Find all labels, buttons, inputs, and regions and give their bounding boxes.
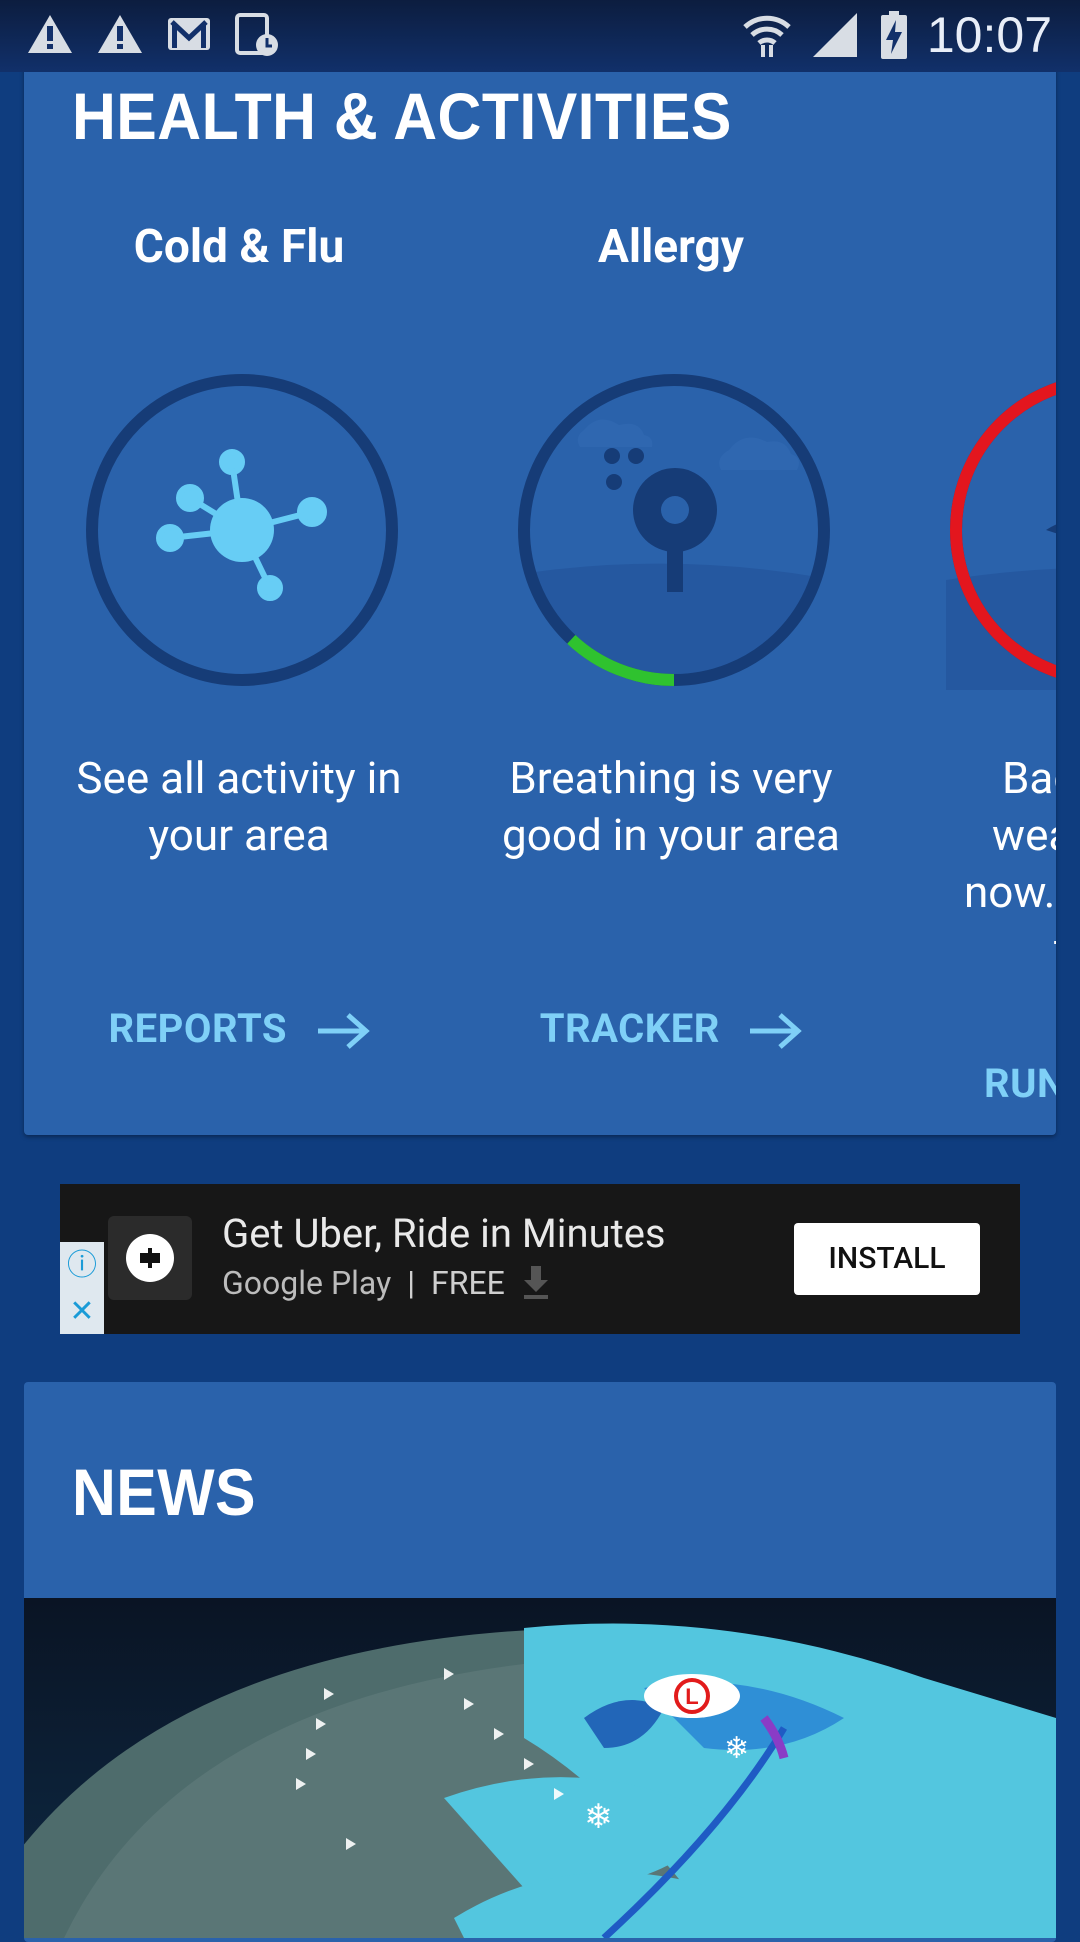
desc-line: your area [148, 809, 330, 861]
tracker-link[interactable]: TRACKER [456, 1005, 886, 1052]
ad-banner[interactable]: ⓘ ✕ Get Uber, Ride in Minutes Google Pla… [60, 1184, 1020, 1334]
tracker-link-label: TRACKER [539, 1005, 720, 1052]
section-title-news: NEWS [72, 1455, 256, 1529]
run-link[interactable]: RUN T [888, 1060, 1056, 1107]
wifi-icon [743, 15, 791, 57]
run-link-label: RUN T [984, 1060, 1056, 1107]
warning-icon [98, 15, 142, 53]
desc-line: Breathing is very [509, 752, 833, 804]
info-icon[interactable]: ⓘ [64, 1248, 100, 1284]
uber-logo-icon [108, 1216, 192, 1300]
close-icon[interactable]: ✕ [64, 1294, 100, 1330]
tile-description: See all activity in your area [24, 750, 454, 864]
desc-line: now. E [964, 866, 1056, 918]
signal-icon [812, 13, 857, 57]
arrow-right-icon [750, 1013, 803, 1050]
virus-icon [86, 374, 398, 686]
bird-icon [946, 374, 1056, 690]
status-bar: 10:07 [0, 0, 1080, 72]
screen-timer-icon [235, 13, 278, 56]
ad-subtitle: Google Play | FREE [222, 1264, 551, 1302]
desc-line: good in your area [502, 809, 840, 861]
tile-cold-flu[interactable]: Cold & Flu See all activity in your area [24, 220, 454, 1120]
warning-icon [28, 15, 72, 53]
snowflake-icon: ❄ [584, 1797, 613, 1837]
desc-line: Bad [1002, 752, 1056, 804]
desc-line: wea [992, 809, 1056, 861]
separator: | [407, 1264, 416, 1302]
store-name: Google Play [222, 1264, 392, 1302]
ad-choices: ⓘ ✕ [60, 1242, 104, 1334]
tile-title: Cold & Flu [133, 220, 345, 274]
section-title-health: HEALTH & ACTIVITIES [72, 79, 732, 153]
price: FREE [431, 1264, 505, 1302]
pollen-tree-icon [518, 374, 830, 686]
install-button[interactable]: INSTALL [794, 1223, 980, 1295]
desc-line: See all activity in [76, 752, 402, 804]
status-time: 10:07 [926, 7, 1052, 63]
reports-link[interactable]: REPORTS [24, 1005, 454, 1052]
reports-link-label: REPORTS [108, 1005, 288, 1052]
desc-line: t [888, 921, 1056, 978]
arrow-right-icon [317, 1013, 370, 1050]
news-card: NEWS L ❄ ❄ [24, 1382, 1056, 1942]
download-icon [523, 1266, 548, 1299]
low-pressure-icon: L [644, 1674, 740, 1718]
tile-title: Allergy [598, 220, 744, 274]
snowflake-icon: ❄ [724, 1731, 749, 1766]
health-activities-card: HEALTH & ACTIVITIES Cold & Flu See all a… [24, 40, 1056, 1135]
tile-description: Breathing is very good in your area [456, 750, 886, 864]
tile-description: Bad wea now. E t [888, 750, 1056, 978]
svg-text:L: L [685, 1684, 698, 1709]
ad-title: Get Uber, Ride in Minutes [222, 1210, 666, 1257]
battery-charging-icon [880, 11, 907, 59]
tile-third-partial[interactable]: G Bad wea now. E t RUN T [888, 220, 1056, 1120]
tile-allergy[interactable]: Allergy Breathing is very good in your a… [456, 220, 886, 1120]
gmail-icon [168, 18, 210, 50]
news-weather-map-image[interactable]: L ❄ ❄ [24, 1598, 1056, 1938]
